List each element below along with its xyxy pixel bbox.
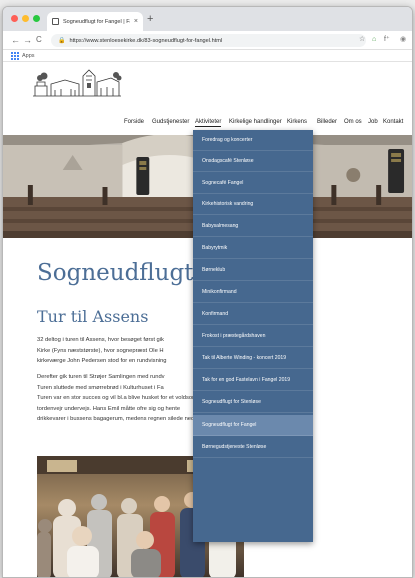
nav-item-aktiviteter[interactable]: Aktiviteter xyxy=(195,119,222,127)
dropdown-item-sogneudflugt-for-stenlose[interactable]: Sogneudflugt for Stenløse xyxy=(193,392,313,413)
dropdown-item-frokost-i-praestegaardshaven[interactable]: Frokost i præstegårdshaven xyxy=(193,326,313,347)
nav-item-kontakt[interactable]: Kontakt xyxy=(383,119,403,125)
nav-item-om-os[interactable]: Om os xyxy=(344,119,362,125)
dropdown-item-sogneudflugt-for-fangel[interactable]: Sogneudflugt for Fangel xyxy=(193,415,313,436)
back-icon[interactable]: ← xyxy=(11,34,20,46)
main-nav: Forside Gudstjenester Aktiviteter Kirkel… xyxy=(3,119,412,129)
nav-item-forside[interactable]: Forside xyxy=(124,119,144,125)
minimize-window-button[interactable] xyxy=(22,15,29,22)
dropdown-item-bornegudstjeneste-stenlose[interactable]: Børnegudstjeneste Stenløse xyxy=(193,437,313,458)
browser-tab[interactable]: Sogneudflugt for Fangel | Fang... × xyxy=(47,12,143,31)
dropdown-item-foredrag-og-koncerter[interactable]: Foredrag og koncerter xyxy=(193,130,313,151)
dropdown-item-tak-for-fastelavn[interactable]: Tak for en god Fastelavn i Fangel 2019 xyxy=(193,370,313,391)
dropdown-item-kirkehistorisk-vandring[interactable]: Kirkehistorisk vandring xyxy=(193,194,313,215)
browser-toolbar: ← → C 🔒 https://www.stenloesekirke.dk/83… xyxy=(3,31,412,50)
nav-item-job[interactable]: Job xyxy=(368,119,378,125)
church-logo[interactable] xyxy=(31,66,123,100)
tab-close-icon[interactable]: × xyxy=(134,18,138,25)
dropdown-item-konfirmand[interactable]: Konfirmand xyxy=(193,304,313,325)
url-text: https://www.stenloesekirke.dk/83-sogneud… xyxy=(69,37,223,44)
nav-item-gudstjenester[interactable]: Gudstjenester xyxy=(152,119,189,125)
new-tab-button[interactable]: + xyxy=(147,12,153,26)
apps-bookmark[interactable]: Apps xyxy=(11,52,35,60)
maximize-window-button[interactable] xyxy=(33,15,40,22)
section-heading: Tur til Assens xyxy=(37,307,149,326)
reload-icon[interactable]: C xyxy=(36,34,42,46)
aktiviteter-dropdown-menu: Foredrag og koncerter Onsdagscafé Stenlø… xyxy=(193,130,313,542)
address-bar[interactable]: 🔒 https://www.stenloesekirke.dk/83-sogne… xyxy=(51,34,366,47)
church-favicon-icon xyxy=(52,18,59,25)
bookmarks-bar: Apps xyxy=(3,50,412,62)
nav-item-billeder[interactable]: Billeder xyxy=(317,119,337,125)
web-page: Forside Gudstjenester Aktiviteter Kirkel… xyxy=(3,63,412,577)
extension-icon[interactable]: ⌂ xyxy=(372,35,376,45)
apps-label: Apps xyxy=(22,53,35,59)
dropdown-item-babysalmesang[interactable]: Babysalmesang xyxy=(193,216,313,237)
dropdown-item-tak-til-alberte-winding[interactable]: Tak til Alberte Winding - koncert 2019 xyxy=(193,348,313,369)
tab-title: Sogneudflugt for Fangel | Fang... xyxy=(63,18,130,25)
tab-strip: Sogneudflugt for Fangel | Fang... × + xyxy=(3,7,412,31)
profile-icon[interactable]: ◉ xyxy=(400,35,406,45)
close-window-button[interactable] xyxy=(11,15,18,22)
star-icon[interactable]: ☆ xyxy=(359,35,365,45)
lock-icon: 🔒 xyxy=(58,38,66,44)
nav-item-kirkens[interactable]: Kirkens xyxy=(287,119,307,125)
dropdown-item-sognecafe-fangel[interactable]: Sognecafé Fangel xyxy=(193,173,313,194)
dropdown-item-onsdagscafe-stenlose[interactable]: Onsdagscafé Stenløse xyxy=(193,151,313,172)
dropdown-item-borneklub[interactable]: Børneklub xyxy=(193,260,313,281)
dropdown-item-babyrytmik[interactable]: Babyrytmik xyxy=(193,238,313,259)
forward-icon[interactable]: → xyxy=(23,34,32,46)
apps-grid-icon xyxy=(11,52,19,60)
browser-window: Sogneudflugt for Fangel | Fang... × + ← … xyxy=(2,6,413,578)
font-extension-icon[interactable]: f⁺ xyxy=(384,35,390,45)
nav-item-kirkelige-handlinger[interactable]: Kirkelige handlinger xyxy=(229,119,282,125)
dropdown-item-minikonfirmand[interactable]: Minikonfirmand xyxy=(193,282,313,303)
